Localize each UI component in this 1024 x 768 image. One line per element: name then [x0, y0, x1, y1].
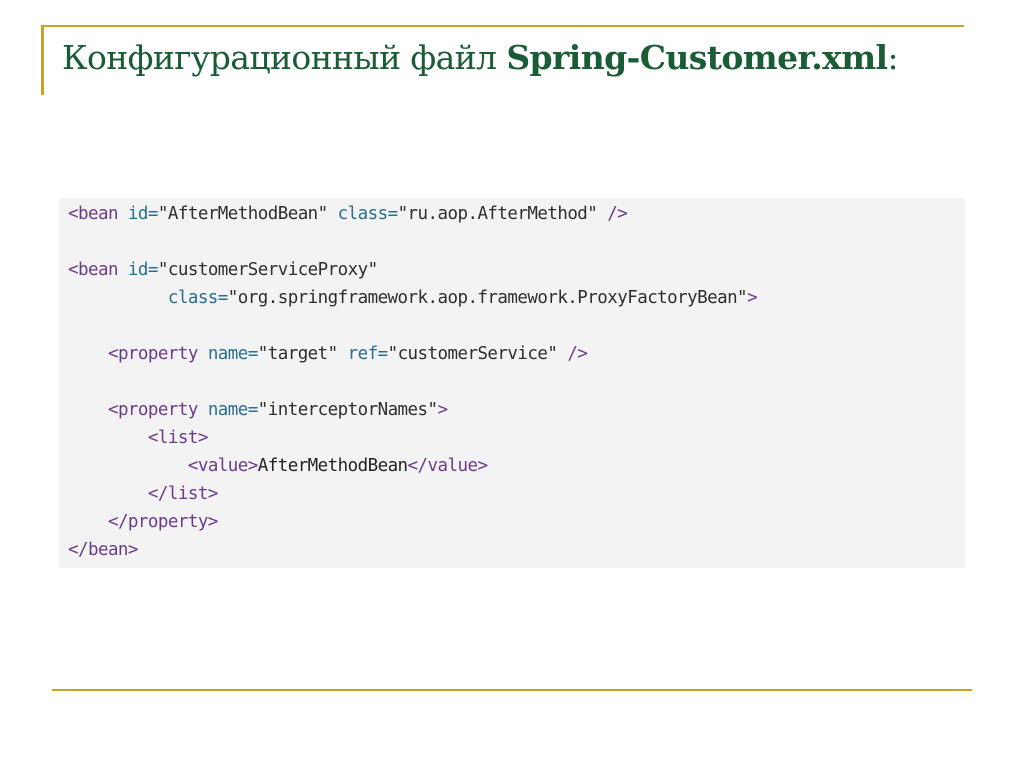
code-token-tag: <bean — [68, 260, 128, 280]
code-token-attr: id= — [127, 204, 159, 224]
code-token-tag: <list> — [147, 428, 208, 448]
code-line: <bean id="AfterMethodBean" class="ru.aop… — [68, 204, 628, 224]
code-token-tag: > — [747, 288, 758, 308]
code-token-txt: AfterMethodBean — [257, 456, 408, 476]
code-token-tag: <property — [107, 344, 208, 364]
code-token-str: "ru.aop.AfterMethod" — [397, 204, 608, 224]
code-token-tag: /> — [567, 344, 588, 364]
code-token-str: "org.springframework.aop.framework.Proxy… — [227, 288, 748, 308]
code-line: </property> — [68, 512, 218, 532]
code-token-tag: </property> — [107, 512, 218, 532]
code-token-str: "interceptorNames" — [257, 400, 438, 420]
code-token-attr: class= — [167, 288, 228, 308]
title-prefix: Конфигурационный файл — [62, 38, 507, 77]
code-token-tag: <value> — [187, 456, 258, 476]
title-accent-bar — [41, 27, 44, 95]
code-token-attr: ref= — [347, 344, 389, 364]
code-line: </bean> — [68, 540, 138, 560]
title-filename: Spring-Customer.xml — [506, 38, 888, 77]
code-token-tag: </list> — [147, 484, 218, 504]
code-token-str: "target" — [257, 344, 348, 364]
code-line: <bean id="customerServiceProxy" — [68, 260, 378, 280]
bottom-rule — [52, 689, 972, 691]
code-line: <list> — [68, 428, 208, 448]
code-token-tag: <bean — [68, 204, 128, 224]
code-token-tag: </value> — [407, 456, 488, 476]
code-token-attr: id= — [127, 260, 159, 280]
code-line: class="org.springframework.aop.framework… — [68, 288, 758, 308]
code-line: <property name="interceptorNames"> — [68, 400, 448, 420]
code-token-attr: name= — [207, 344, 258, 364]
code-line: <value>AfterMethodBean</value> — [68, 456, 488, 476]
slide-title: Конфигурационный файл Spring-Customer.xm… — [62, 38, 899, 77]
code-token-tag: /> — [607, 204, 628, 224]
code-token-tag: > — [437, 400, 449, 420]
title-top-rule — [41, 25, 964, 27]
code-token-tag: </bean> — [68, 540, 138, 560]
title-suffix: : — [887, 38, 899, 77]
code-token-tag: <property — [107, 400, 208, 420]
code-token-attr: name= — [207, 400, 258, 420]
code-line: <property name="target" ref="customerSer… — [68, 344, 588, 364]
code-line: </list> — [68, 484, 218, 504]
code-token-str: "customerServiceProxy" — [157, 260, 378, 280]
code-token-attr: class= — [337, 204, 398, 224]
code-token-str: "AfterMethodBean" — [157, 204, 338, 224]
code-token-str: "customerService" — [387, 344, 568, 364]
